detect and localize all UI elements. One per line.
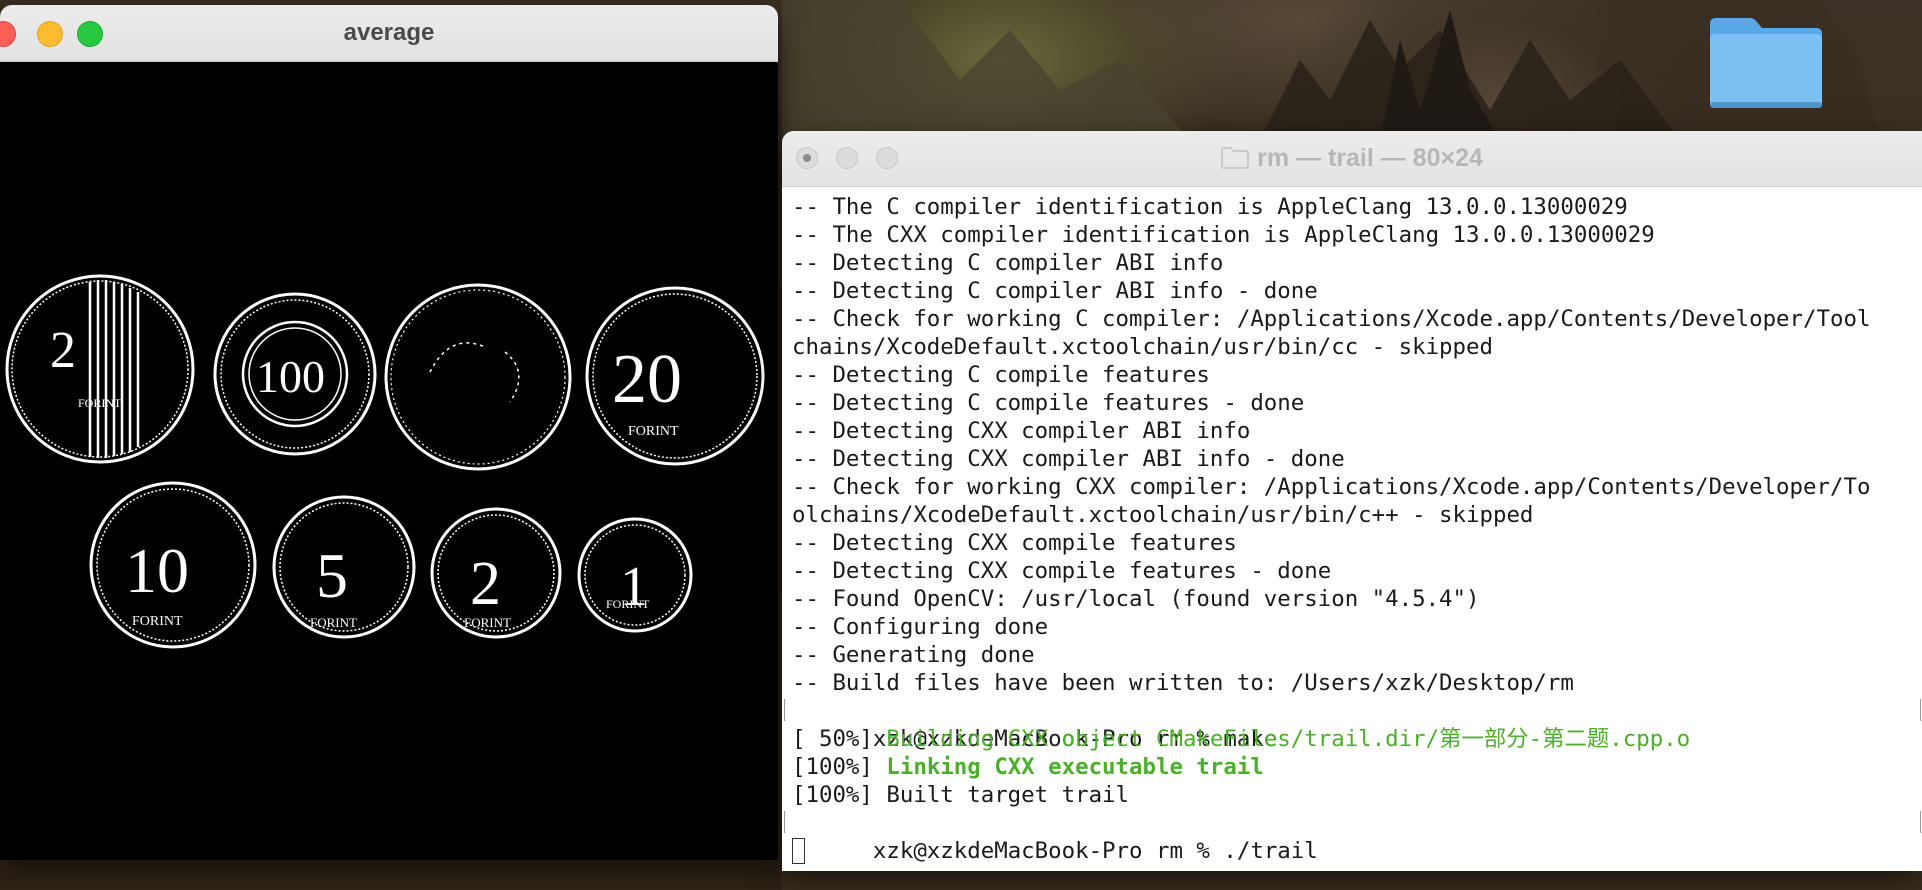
- terminal-line: chains/XcodeDefault.xctoolchain/usr/bin/…: [792, 334, 1493, 360]
- svg-text:2: 2: [50, 322, 76, 379]
- text-cursor: [792, 838, 805, 864]
- opencv-window-title: average: [343, 19, 435, 46]
- coin-50-forint: [384, 283, 572, 471]
- coin-2-forint: 2 FORINT: [430, 507, 562, 639]
- terminal-line: [100%] Built target trail: [792, 782, 1130, 808]
- terminal-title-text: rm — trail — 80×24: [1257, 144, 1483, 172]
- coin-5-forint: 5 FORINT: [272, 495, 416, 639]
- terminal-output[interactable]: -- The C compiler identification is Appl…: [782, 187, 1922, 871]
- svg-text:FORINT: FORINT: [464, 615, 511, 630]
- terminal-line: -- Detecting CXX compile features - done: [792, 558, 1332, 584]
- svg-text:10: 10: [125, 535, 189, 606]
- svg-text:FORINT: FORINT: [628, 424, 679, 439]
- terminal-line: -- Found OpenCV: /usr/local (found versi…: [792, 586, 1480, 612]
- terminal-line: -- Generating done: [792, 642, 1035, 668]
- svg-text:FORINT: FORINT: [132, 614, 183, 629]
- prompt-mark: [784, 699, 789, 721]
- terminal-line: -- The C compiler identification is Appl…: [792, 194, 1628, 220]
- svg-text:FORINT: FORINT: [78, 396, 122, 410]
- coin-20-forint-hatched: 2 FORINT: [5, 274, 195, 464]
- terminal-line: -- Configuring done: [792, 614, 1049, 640]
- build-step-text: Building CXX object CMakeFiles/trail.dir…: [886, 726, 1691, 752]
- folder-icon[interactable]: [1706, 14, 1826, 112]
- svg-text:FORINT: FORINT: [606, 597, 650, 611]
- progress-prefix: [100%]: [792, 754, 887, 780]
- terminal-line: -- Check for working CXX compiler: /Appl…: [792, 474, 1871, 500]
- prompt-mark: [1916, 699, 1921, 721]
- coin-edge-image: 2 FORINT 100 20 FORINT 10 FORINT 5 FORIN…: [5, 274, 765, 649]
- terminal-cursor-line[interactable]: [792, 837, 1922, 865]
- prompt-mark: [1916, 811, 1921, 833]
- terminal-line: -- Detecting C compile features: [792, 362, 1210, 388]
- svg-text:100: 100: [256, 351, 325, 402]
- terminal-line: -- Detecting CXX compiler ABI info - don…: [792, 446, 1345, 472]
- coin-20-forint: 20 FORINT: [585, 286, 765, 466]
- coin-1-forint: 1 FORINT: [577, 517, 693, 633]
- progress-prefix: [ 50%]: [792, 726, 887, 752]
- terminal-line: -- Detecting CXX compile features: [792, 530, 1237, 556]
- terminal-line: -- The CXX compiler identification is Ap…: [792, 222, 1655, 248]
- prompt-mark: [784, 811, 789, 833]
- coin-10-forint: 10 FORINT: [89, 481, 257, 649]
- terminal-titlebar[interactable]: rm — trail — 80×24: [782, 131, 1922, 187]
- terminal-line: [100%] Linking CXX executable trail: [792, 753, 1922, 781]
- svg-text:2: 2: [470, 550, 501, 618]
- svg-text:FORINT: FORINT: [310, 615, 357, 630]
- coin-100-forint: 100: [213, 292, 377, 456]
- terminal-line: -- Build files have been written to: /Us…: [792, 670, 1574, 696]
- terminal-line: -- Detecting C compiler ABI info - done: [792, 278, 1318, 304]
- terminal-window[interactable]: rm — trail — 80×24 -- The C compiler ide…: [782, 131, 1922, 871]
- terminal-line: -- Detecting C compiler ABI info: [792, 250, 1224, 276]
- terminal-line: [ 50%] Building CXX object CMakeFiles/tr…: [792, 725, 1922, 753]
- terminal-prompt-line: xzk@xzkdeMacBook-Pro rm % make: [784, 697, 1922, 752]
- terminal-line: -- Detecting CXX compiler ABI info: [792, 418, 1251, 444]
- link-step-text: Linking CXX executable trail: [886, 754, 1264, 780]
- folder-icon: [1221, 147, 1249, 169]
- terminal-line: -- Check for working C compiler: /Applic…: [792, 306, 1871, 332]
- terminal-line: olchains/XcodeDefault.xctoolchain/usr/bi…: [792, 502, 1534, 528]
- opencv-image-canvas: 2 FORINT 100 20 FORINT 10 FORINT 5 FORIN…: [0, 62, 778, 860]
- opencv-titlebar[interactable]: average: [0, 5, 778, 62]
- svg-text:5: 5: [316, 540, 348, 611]
- terminal-title: rm — trail — 80×24: [782, 131, 1922, 186]
- opencv-window[interactable]: average 2 FORINT 100 20 FORINT 10 FORINT…: [0, 5, 778, 860]
- terminal-line: -- Detecting C compile features - done: [792, 390, 1305, 416]
- terminal-prompt-line: xzk@xzkdeMacBook-Pro rm % ./trail: [784, 809, 1922, 864]
- svg-text:20: 20: [612, 341, 682, 418]
